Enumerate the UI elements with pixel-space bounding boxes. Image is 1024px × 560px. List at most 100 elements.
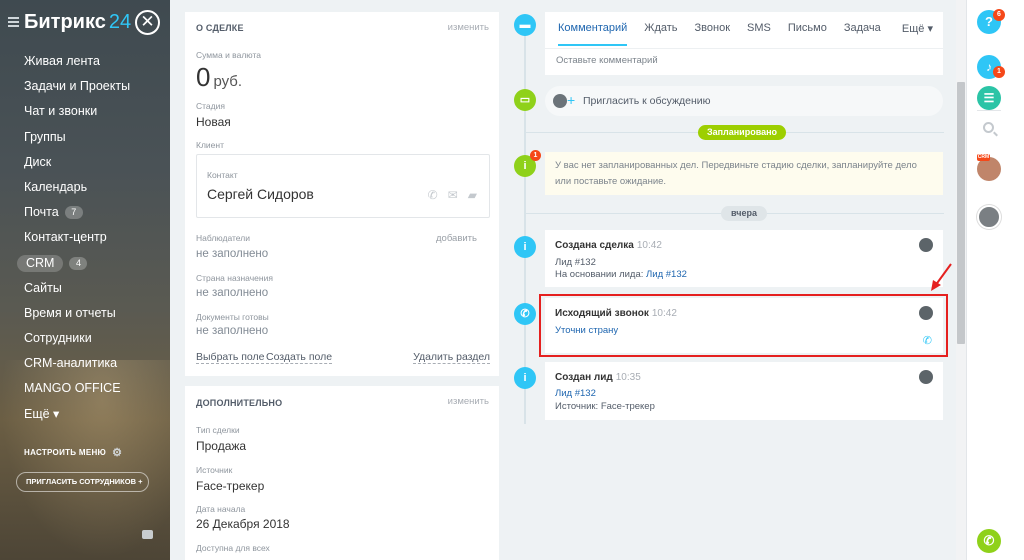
scrollbar-thumb[interactable] — [957, 82, 965, 344]
search-icon[interactable] — [983, 122, 994, 133]
right-panel — [966, 0, 1024, 560]
avatar[interactable] — [919, 238, 933, 252]
sidebar-item-calendar[interactable]: Календарь — [0, 175, 170, 200]
docs-value[interactable]: не заполнено — [196, 325, 268, 337]
sidebar-menu: Живая лента Задачи и Проекты Чат и звонк… — [0, 49, 170, 427]
client-label: Клиент — [196, 140, 224, 150]
mail-counter-badge: 7 — [64, 206, 83, 220]
country-value[interactable]: не заполнено — [196, 287, 268, 299]
sidebar-item-more[interactable]: Ещё ▾ — [0, 402, 170, 427]
select-field-link[interactable]: Выбрать поле — [196, 351, 265, 364]
sidebar-item-crm-analytics[interactable]: CRM-аналитика — [0, 351, 170, 376]
edit-deal-link[interactable]: изменить — [448, 22, 489, 33]
lead-link[interactable]: Лид #132 — [646, 269, 687, 280]
avatar — [553, 94, 567, 108]
observers-label: Наблюдатели — [196, 233, 250, 243]
event-title: Создан лид 10:35 — [555, 372, 641, 383]
sidebar-item-sites[interactable]: Сайты — [0, 276, 170, 301]
printer-icon[interactable] — [142, 530, 153, 539]
sidebar-item-employees[interactable]: Сотрудники — [0, 326, 170, 351]
delete-section-link[interactable]: Удалить раздел — [413, 351, 490, 364]
menu-burger-icon[interactable] — [8, 17, 19, 27]
plus-icon: + — [567, 92, 576, 108]
event-title: Создана сделка 10:42 — [555, 240, 662, 251]
observers-value[interactable]: не заполнено — [196, 248, 268, 260]
sidebar-item-contact-center[interactable]: Контакт-центр — [0, 225, 170, 250]
sidebar-item-mango[interactable]: MANGO OFFICE — [0, 376, 170, 401]
start-date-value[interactable]: 26 Декабря 2018 — [196, 517, 290, 531]
close-icon[interactable]: ✕ — [135, 10, 160, 35]
activity-composer: Комментарий Ждать Звонок SMS Письмо Зада… — [545, 12, 943, 75]
user-avatar[interactable] — [977, 205, 1001, 229]
mail-icon[interactable]: ✉ — [448, 188, 458, 202]
edit-additional-link[interactable]: изменить — [448, 396, 489, 407]
tabs-more-button[interactable]: Ещё ▾ — [902, 22, 933, 35]
comment-input[interactable]: Оставьте комментарий — [556, 55, 658, 66]
sidebar-item-chat[interactable]: Чат и звонки — [0, 99, 170, 124]
lead-link[interactable]: Лид #132 — [555, 388, 596, 399]
sidebar-header: Битрикс 24 ✕ — [0, 0, 170, 48]
highlight-frame — [539, 294, 948, 357]
discussion-icon: ▭ — [514, 89, 536, 111]
chat-icon[interactable]: ▰ — [468, 188, 477, 202]
tab-wait[interactable]: Ждать — [644, 22, 677, 46]
invite-employees-button[interactable]: ПРИГЛАСИТЬ СОТРУДНИКОВ + — [16, 472, 149, 492]
composer-tabs: Комментарий Ждать Звонок SMS Письмо Зада… — [558, 22, 898, 46]
docs-label: Документы готовы — [196, 312, 269, 322]
invite-discussion-bar[interactable]: + Пригласить к обсуждению — [545, 86, 943, 116]
source-label: Источник — [196, 465, 233, 475]
sidebar-item-crm[interactable]: CRM 4 — [0, 251, 170, 276]
avatar[interactable] — [919, 370, 933, 384]
chat-icon[interactable]: ☰ — [977, 86, 1001, 110]
tab-email[interactable]: Письмо — [788, 22, 827, 46]
sidebar-item-mail[interactable]: Почта 7 — [0, 200, 170, 225]
tab-call[interactable]: Звонок — [695, 22, 731, 46]
amount-value[interactable]: 0 руб. — [196, 62, 242, 93]
deal-type-label: Тип сделки — [196, 425, 240, 435]
public-label: Доступна для всех — [196, 543, 270, 553]
notice-text: У вас нет запланированных дел. Передвинь… — [555, 160, 917, 187]
phone-icon[interactable]: ✆ — [977, 529, 1001, 553]
add-observer-link[interactable]: добавить — [436, 233, 477, 244]
tab-comment[interactable]: Комментарий — [558, 22, 628, 46]
timeline-event-deal-created: Создана сделка 10:42 Лид #132 На основани… — [545, 230, 943, 287]
sidebar-item-feed[interactable]: Живая лента — [0, 49, 170, 74]
no-activities-notice: У вас нет запланированных дел. Передвинь… — [545, 152, 943, 195]
invite-discussion-label: Пригласить к обсуждению — [583, 95, 711, 107]
crm-tag: CRM — [977, 154, 990, 161]
source-value[interactable]: Face-трекер — [196, 479, 264, 493]
tab-sms[interactable]: SMS — [747, 22, 771, 46]
panel-divider — [977, 110, 1001, 111]
crm-counter-badge: 4 — [69, 256, 88, 270]
event-line: На основании лида: Лид #132 — [555, 269, 687, 280]
amount-label: Сумма и валюта — [196, 50, 261, 60]
stage-value[interactable]: Новая — [196, 115, 231, 129]
section-title: ДОПОЛНИТЕЛЬНО — [196, 398, 283, 408]
configure-menu-button[interactable]: НАСТРОИТЬ МЕНЮ ⚙ — [24, 446, 122, 459]
comment-icon: ▬ — [514, 14, 536, 36]
event-line: Лид #132 — [555, 257, 596, 268]
info-icon: i — [514, 367, 536, 389]
sidebar-item-time[interactable]: Время и отчеты — [0, 301, 170, 326]
info-icon: i — [514, 236, 536, 258]
create-field-link[interactable]: Создать поле — [266, 351, 333, 364]
planned-badge: Запланировано — [698, 125, 786, 140]
section-title: О СДЕЛКЕ — [196, 23, 244, 33]
contact-box[interactable]: Контакт Сергей Сидоров ✆ ✉ ▰ — [196, 154, 490, 218]
phone-icon: ✆ — [514, 303, 536, 325]
timeline-line — [524, 24, 526, 424]
deal-type-value[interactable]: Продажа — [196, 439, 246, 453]
sidebar-item-tasks[interactable]: Задачи и Проекты — [0, 74, 170, 99]
sidebar-item-groups[interactable]: Группы — [0, 125, 170, 150]
composer-divider — [545, 48, 943, 49]
sidebar-item-disk[interactable]: Диск — [0, 150, 170, 175]
tab-task[interactable]: Задача — [844, 22, 881, 46]
stage-label: Стадия — [196, 101, 225, 111]
phone-icon[interactable]: ✆ — [428, 188, 438, 202]
contact-label: Контакт — [207, 170, 238, 180]
contact-actions: ✆ ✉ ▰ — [428, 188, 477, 202]
logo[interactable]: Битрикс 24 — [24, 11, 131, 34]
event-line: Источник: Face-трекер — [555, 401, 655, 412]
contact-name[interactable]: Сергей Сидоров — [207, 186, 314, 202]
additional-info-card: ДОПОЛНИТЕЛЬНО изменить Тип сделки Продаж… — [185, 386, 499, 560]
